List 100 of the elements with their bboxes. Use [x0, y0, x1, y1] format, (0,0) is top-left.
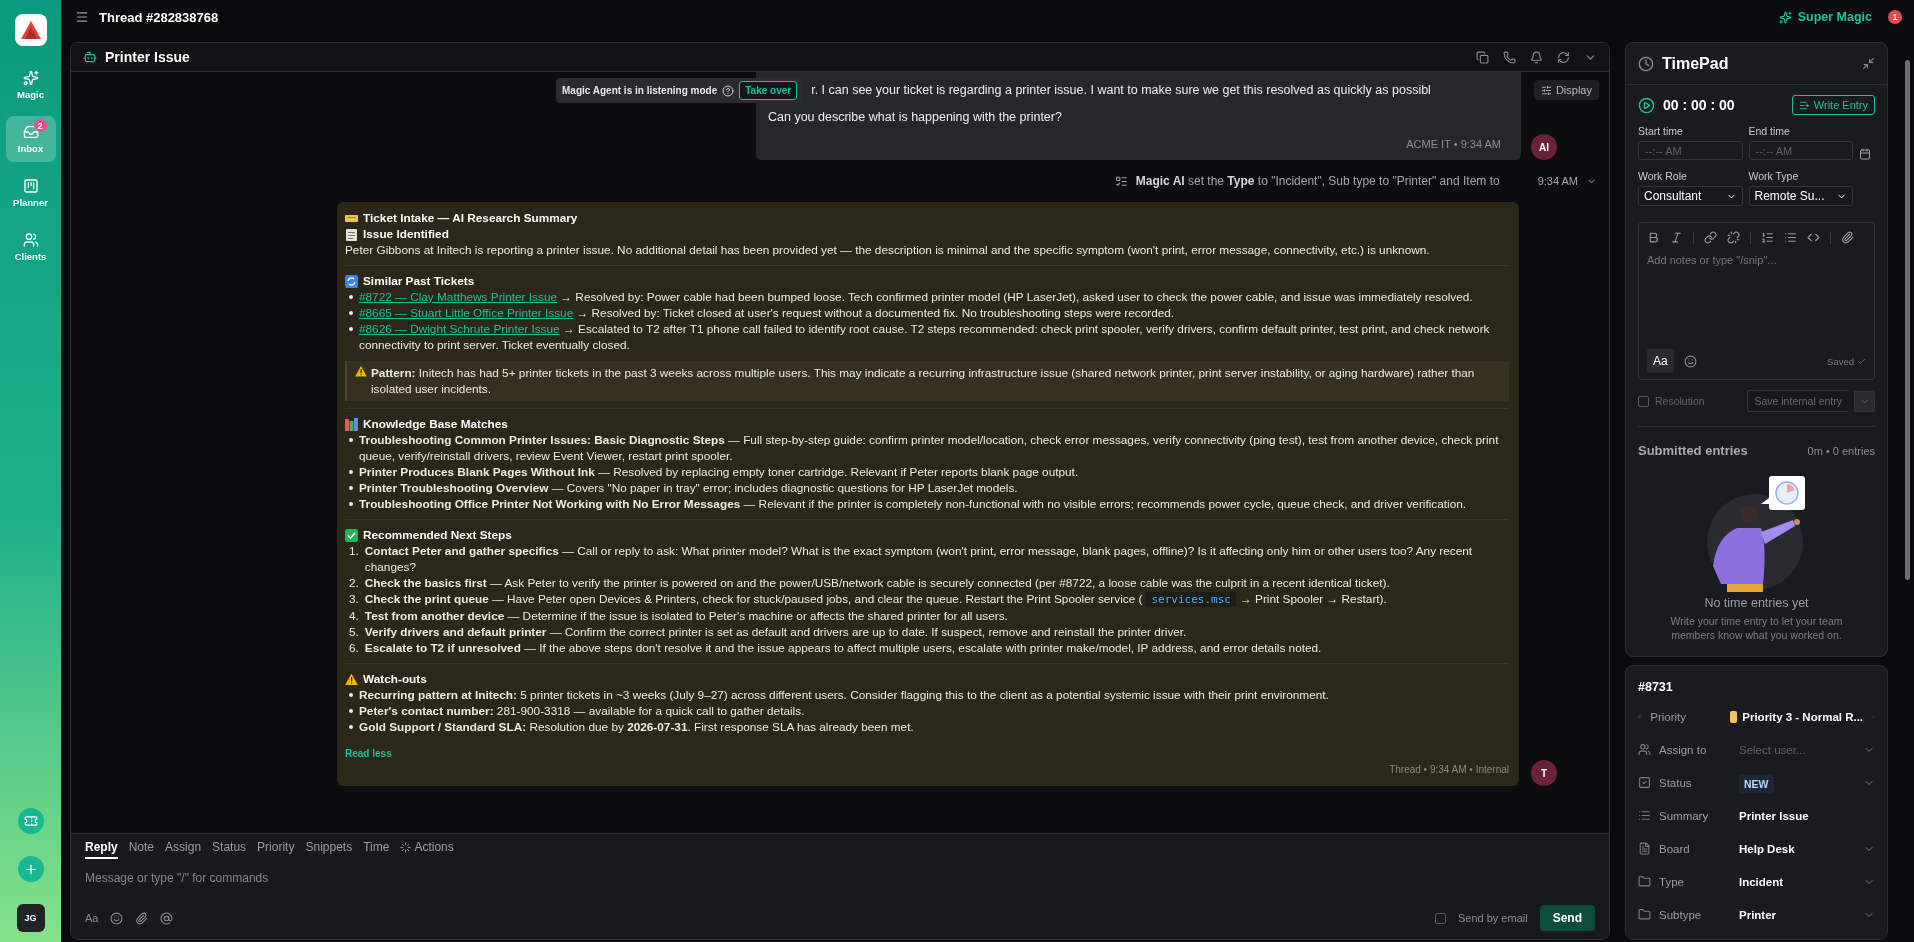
attach-icon[interactable] — [1841, 231, 1854, 244]
list-plus-icon — [1798, 99, 1810, 111]
phone-icon[interactable] — [1503, 50, 1516, 64]
bullet-dot — [349, 693, 353, 697]
activity-time: 9:34 AM — [1537, 175, 1578, 187]
section-heading: Recommended Next Steps — [363, 527, 512, 543]
format-button[interactable]: Aa — [85, 912, 99, 924]
field-label: Work Role — [1638, 170, 1688, 182]
time-input[interactable]: --:-- AM — [1748, 141, 1853, 160]
help-icon[interactable] — [722, 84, 735, 97]
section-heading: Knowledge Base Matches — [363, 416, 508, 432]
checkbox[interactable] — [1434, 912, 1446, 924]
checkbox-label: Send by email — [1457, 912, 1528, 924]
link-icon[interactable] — [1704, 231, 1717, 244]
clock-icon — [1638, 55, 1654, 72]
bullet-dot — [349, 311, 353, 315]
nav-icon — [22, 178, 39, 194]
field-label: Summary — [1659, 809, 1710, 822]
work-role-select[interactable]: Consultant — [1638, 186, 1743, 206]
step-text: Verify drivers and default printer — Confirm the correct printer is set as default and drivers are up to date. If suspect, remove and reinstall the printer driver. — [364, 624, 1187, 640]
message-input[interactable]: Message or type "/" for commands — [85, 871, 1595, 885]
section-heading: Watch-outs — [363, 671, 427, 687]
ticket-link[interactable]: #8722 — Clay Matthews Printer Issue — [359, 290, 557, 304]
step-text: Contact Peter and gather specifics — Call or reply to ask: What printer model? What is the exact symptom (won't print, error message, blank pages, offline)? Is it affecting only him or other users too? Any recent changes? — [364, 543, 1474, 575]
bullet-dot — [349, 725, 353, 729]
repeat-icon — [345, 274, 358, 288]
notes-editor[interactable]: Add notes or type "/snip"... Aa Saved — [1638, 222, 1875, 380]
section-heading: Similar Past Tickets — [363, 273, 475, 289]
field-value[interactable]: Printer — [1739, 908, 1855, 921]
compose-tab[interactable]: Priority — [257, 840, 295, 859]
scrollbar-thumb[interactable] — [1905, 60, 1910, 580]
menu-icon[interactable] — [75, 10, 89, 24]
read-less-link[interactable]: Read less — [345, 746, 1509, 762]
time-input[interactable]: --:-- AM — [1638, 141, 1743, 160]
field-value[interactable]: Incident — [1739, 875, 1855, 888]
compose-tab[interactable]: Status — [212, 840, 247, 859]
code-icon[interactable] — [1807, 231, 1820, 244]
message-meta: ACME IT • 9:34 AM — [1406, 138, 1501, 150]
copy-icon[interactable] — [1476, 50, 1489, 64]
work-type-select[interactable]: Remote Su... — [1748, 186, 1853, 206]
emoji-icon[interactable] — [1683, 354, 1697, 368]
numbered-list-icon[interactable] — [1761, 231, 1774, 244]
step-text: Test from another device — Determine if the issue is isolated to Peter's machine or affects the shared printer for all users. — [364, 608, 1008, 624]
compose-tab[interactable]: Note — [128, 840, 155, 859]
list-item-text: Recurring pattern at Initech: 5 printer tickets in ~3 weeks (July 9–27) across different users. Consider flagging this to the client as a potential systemic issue with their print environment. — [359, 687, 1329, 703]
bullet-list-icon[interactable] — [1784, 231, 1797, 244]
mention-icon[interactable] — [160, 911, 174, 925]
compose-tab[interactable]: Reply — [85, 840, 118, 859]
checkbox[interactable] — [1638, 395, 1649, 407]
clipboard-icon — [345, 227, 358, 241]
bullet-dot — [349, 327, 353, 331]
compose-tab[interactable]: Time — [363, 840, 390, 859]
message-text: Can you describe what is happening with the printer? — [768, 109, 1063, 126]
check-icon — [345, 528, 358, 542]
field-value[interactable]: Priority 3 - Normal R... — [1730, 710, 1864, 723]
bell-icon[interactable] — [1530, 50, 1543, 64]
calendar-icon[interactable] — [1859, 148, 1871, 160]
notes-input[interactable]: Add notes or type "/snip"... — [1647, 254, 1866, 349]
ticket-link[interactable]: #8665 — Stuart Little Office Printer Issue — [359, 306, 574, 320]
unlink-icon[interactable] — [1727, 231, 1740, 244]
step-number: 3. — [349, 591, 359, 607]
list-item-text: Printer Produces Blank Pages Without Ink — Resolved by replacing empty toner cartridge. Relevant if Peter reports blank page output. — [359, 464, 1079, 480]
message-text: r. I can see your ticket is regarding a printer issue. I want to make sure we get this resolved as quickly as possibl — [811, 82, 1431, 99]
play-icon[interactable] — [1638, 96, 1655, 114]
ticket-summary: #8665 — Stuart Little Office Printer Issue → Resolved by: Ticket closed at user's request without a documented fix. No troubleshooting steps were recorded. — [359, 305, 1175, 321]
user-avatar: T — [1531, 760, 1557, 786]
display-button[interactable]: Display — [1533, 80, 1599, 100]
italic-icon[interactable] — [1670, 231, 1683, 244]
app-logo[interactable] — [14, 14, 47, 46]
compose-tab[interactable]: Assign — [165, 840, 202, 859]
field-value[interactable]: Help Desk — [1739, 842, 1855, 855]
send-button[interactable]: Send — [1539, 905, 1595, 931]
ticket-link[interactable]: #8626 — Dwight Schrute Printer Issue — [359, 322, 560, 336]
refresh-icon[interactable] — [1557, 50, 1570, 64]
collapse-icon[interactable] — [1862, 57, 1875, 70]
ticket-number: #8731 — [1638, 680, 1674, 694]
ticket-summary: #8626 — Dwight Schrute Printer Issue → Escalated to T2 after T1 phone call failed to identify root cause. T2 steps recommended: check print spooler, verify drivers, confirm default printer, test print, and check network connectivity to print server. Ticket eventually closed. — [359, 321, 1491, 353]
empty-text: Write your time entry to let your team members know what you worked on. — [1669, 614, 1844, 642]
checkbox-label: Resolution — [1655, 395, 1706, 407]
section-title: Submitted entries — [1638, 443, 1748, 458]
status-badge[interactable]: NEW — [1739, 774, 1774, 793]
format-button[interactable]: Aa — [1647, 349, 1674, 373]
attach-icon[interactable] — [135, 911, 149, 925]
field-label: Work Type — [1748, 170, 1800, 182]
notification-badge[interactable]: 1 — [1888, 10, 1902, 24]
field-label: Subtype — [1659, 908, 1703, 921]
compose-tab[interactable]: Snippets — [305, 840, 353, 859]
list-item-text: Peter's contact number: 281-900-3318 — available for a quick call to gather details. — [359, 703, 805, 719]
user-avatar[interactable]: JG — [16, 904, 45, 932]
bullet-dot — [349, 470, 353, 474]
super-magic-button[interactable]: Super Magic — [1772, 9, 1878, 25]
list-item-text: Troubleshooting Office Printer Not Working with No Error Messages — Relevant if the printer is completely non-functional with no visible errors; recommends power cycle, queue check, and driver verification. — [359, 496, 1467, 512]
bold-icon[interactable] — [1647, 231, 1660, 244]
field-label: End time — [1748, 125, 1791, 137]
field-icon — [1638, 908, 1651, 921]
compose-tab[interactable]: Actions — [400, 840, 454, 859]
write-entry-button[interactable]: Write Entry — [1791, 95, 1875, 115]
take-over-button[interactable]: Take over — [739, 81, 798, 100]
summary-paragraph: Peter Gibbons at Initech is reporting a printer issue. No additional detail has been provided yet — the description is minimal and the specific symptom (won't print, error message, connectivity, etc.) is unknown. — [345, 242, 1431, 258]
emoji-icon[interactable] — [110, 911, 124, 925]
